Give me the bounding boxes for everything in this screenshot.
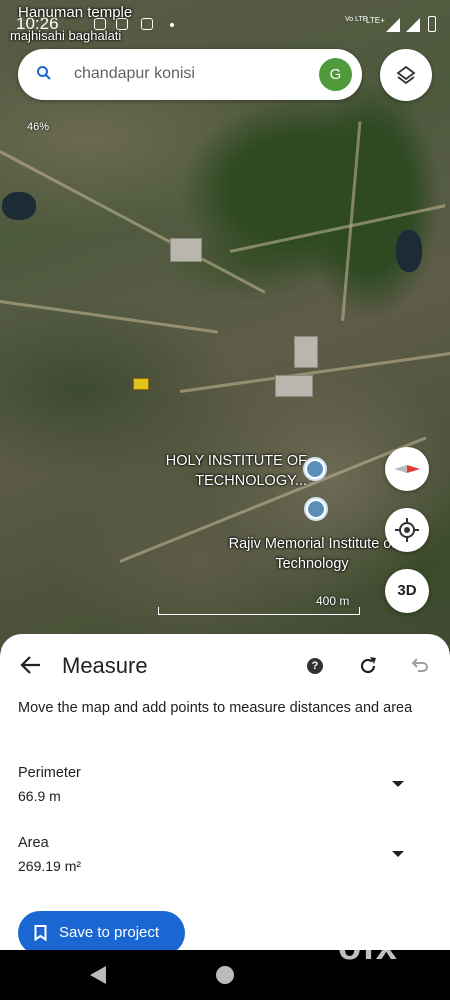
map-building [275, 375, 313, 397]
signal-icon [406, 18, 420, 32]
back-arrow-icon [20, 656, 40, 674]
poi-label[interactable]: Rajiv Memorial Institute of Technology [222, 534, 402, 574]
panel-title: Measure [62, 653, 148, 678]
refresh-icon [360, 657, 376, 674]
school-icon[interactable] [304, 497, 328, 521]
3d-button[interactable]: 3D [385, 569, 429, 613]
measure-panel: Measure ? Move the map and add points to… [0, 634, 450, 955]
signal-icon [386, 18, 400, 32]
watermark-logo: olx [338, 926, 399, 968]
search-icon[interactable] [36, 65, 52, 86]
map-building [294, 336, 318, 368]
notification-icon [141, 18, 153, 30]
perimeter-dropdown-icon[interactable] [392, 781, 404, 787]
layers-icon [396, 65, 416, 85]
battery-icon [428, 16, 436, 32]
refresh-button[interactable] [357, 655, 379, 682]
my-location-button[interactable] [385, 508, 429, 552]
save-to-project-button[interactable]: Save to project [18, 911, 185, 955]
area-dropdown-icon[interactable] [392, 851, 404, 857]
my-location-icon [395, 518, 419, 542]
school-icon[interactable] [303, 457, 327, 481]
map-place-label: majhisahi baghalati [10, 28, 122, 43]
save-button-label: Save to project [59, 924, 160, 941]
map-place-label: Hanuman temple [18, 4, 133, 21]
undo-icon [411, 658, 428, 672]
nav-home-button[interactable] [216, 966, 234, 984]
search-input[interactable]: chandapur konisi [74, 65, 195, 83]
layers-button[interactable] [380, 49, 432, 101]
nav-back-button[interactable] [90, 966, 106, 984]
help-icon[interactable]: ? [307, 658, 323, 674]
map-marker [133, 378, 149, 390]
map-road [0, 300, 219, 334]
perimeter-value: 66.9 m [18, 788, 61, 804]
poi-label[interactable]: HOLY INSTITUTE OF TECHNOLOGY... [147, 451, 307, 491]
back-button[interactable] [20, 654, 42, 681]
area-value: 269.19 m² [18, 858, 82, 874]
map-pond [396, 230, 422, 272]
map-pond [2, 192, 36, 220]
map-road [341, 121, 362, 321]
volte-indicator: Vo LTE [345, 16, 368, 23]
area-label: Area [18, 835, 49, 851]
compass-button[interactable] [385, 447, 429, 491]
account-avatar[interactable]: G [319, 58, 352, 91]
undo-button[interactable] [410, 655, 430, 680]
map-building [170, 238, 202, 262]
compass-icon [394, 465, 420, 473]
measure-instructions: Move the map and add points to measure d… [18, 700, 413, 716]
lte-indicator: LTE+ [366, 16, 385, 25]
scale-label: 400 m [316, 594, 350, 608]
map-road [0, 150, 266, 294]
more-notifications-icon [170, 23, 174, 27]
map-percent-label: 46% [27, 121, 50, 133]
perimeter-label: Perimeter [18, 765, 81, 781]
search-bar[interactable]: chandapur konisi G [18, 49, 362, 100]
scale-bar [158, 607, 360, 615]
bookmark-icon [34, 925, 47, 941]
